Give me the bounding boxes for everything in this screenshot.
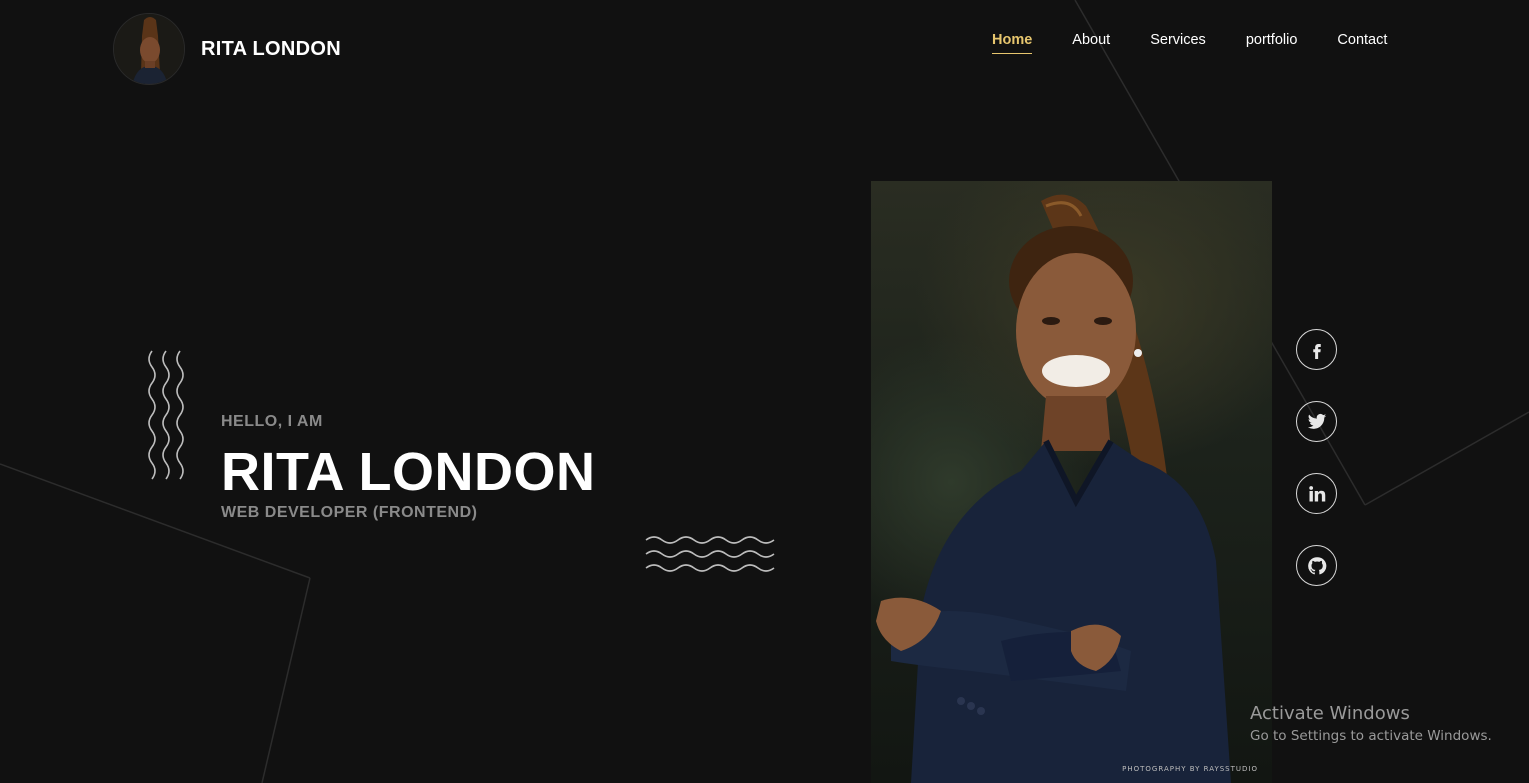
social-links (1296, 329, 1337, 586)
hero-greeting: HELLO, I AM (221, 413, 323, 430)
github-icon (1307, 556, 1326, 574)
twitter-link[interactable] (1296, 401, 1337, 442)
facebook-icon (1312, 343, 1321, 359)
avatar (113, 13, 185, 85)
facebook-link[interactable] (1296, 329, 1337, 370)
hero-text: HELLO, I AM RITA LONDON WEB DEVELOPER (F… (221, 413, 595, 522)
brand[interactable]: RITA LONDON (113, 13, 341, 85)
hero-name: RITA LONDON (221, 442, 596, 502)
nav-contact[interactable]: Contact (1337, 32, 1387, 54)
portrait-photo: PHOTOGRAPHY BY RAYSSTUDIO (871, 181, 1272, 783)
watermark-title: Activate Windows (1250, 703, 1410, 724)
nav-about[interactable]: About (1072, 32, 1110, 54)
watermark-subtitle: Go to Settings to activate Windows. (1250, 728, 1492, 744)
brand-name: RITA LONDON (201, 37, 341, 60)
vertical-wave-decoration (148, 350, 184, 480)
linkedin-icon (1308, 485, 1325, 501)
nav-services[interactable]: Services (1150, 32, 1206, 54)
nav-portfolio[interactable]: portfolio (1246, 32, 1298, 54)
linkedin-link[interactable] (1296, 473, 1337, 514)
twitter-icon (1307, 413, 1326, 429)
main-nav: Home About Services portfolio Contact (992, 32, 1387, 54)
hero-role: WEB DEVELOPER (FRONTEND) (221, 504, 478, 521)
github-link[interactable] (1296, 545, 1337, 586)
windows-activation-watermark: Activate Windows Go to Settings to activ… (1250, 703, 1492, 744)
photo-credit: PHOTOGRAPHY BY RAYSSTUDIO (1122, 765, 1258, 773)
portrait-illustration (876, 194, 1231, 783)
nav-home[interactable]: Home (992, 32, 1033, 54)
horizontal-wave-decoration (645, 536, 775, 572)
